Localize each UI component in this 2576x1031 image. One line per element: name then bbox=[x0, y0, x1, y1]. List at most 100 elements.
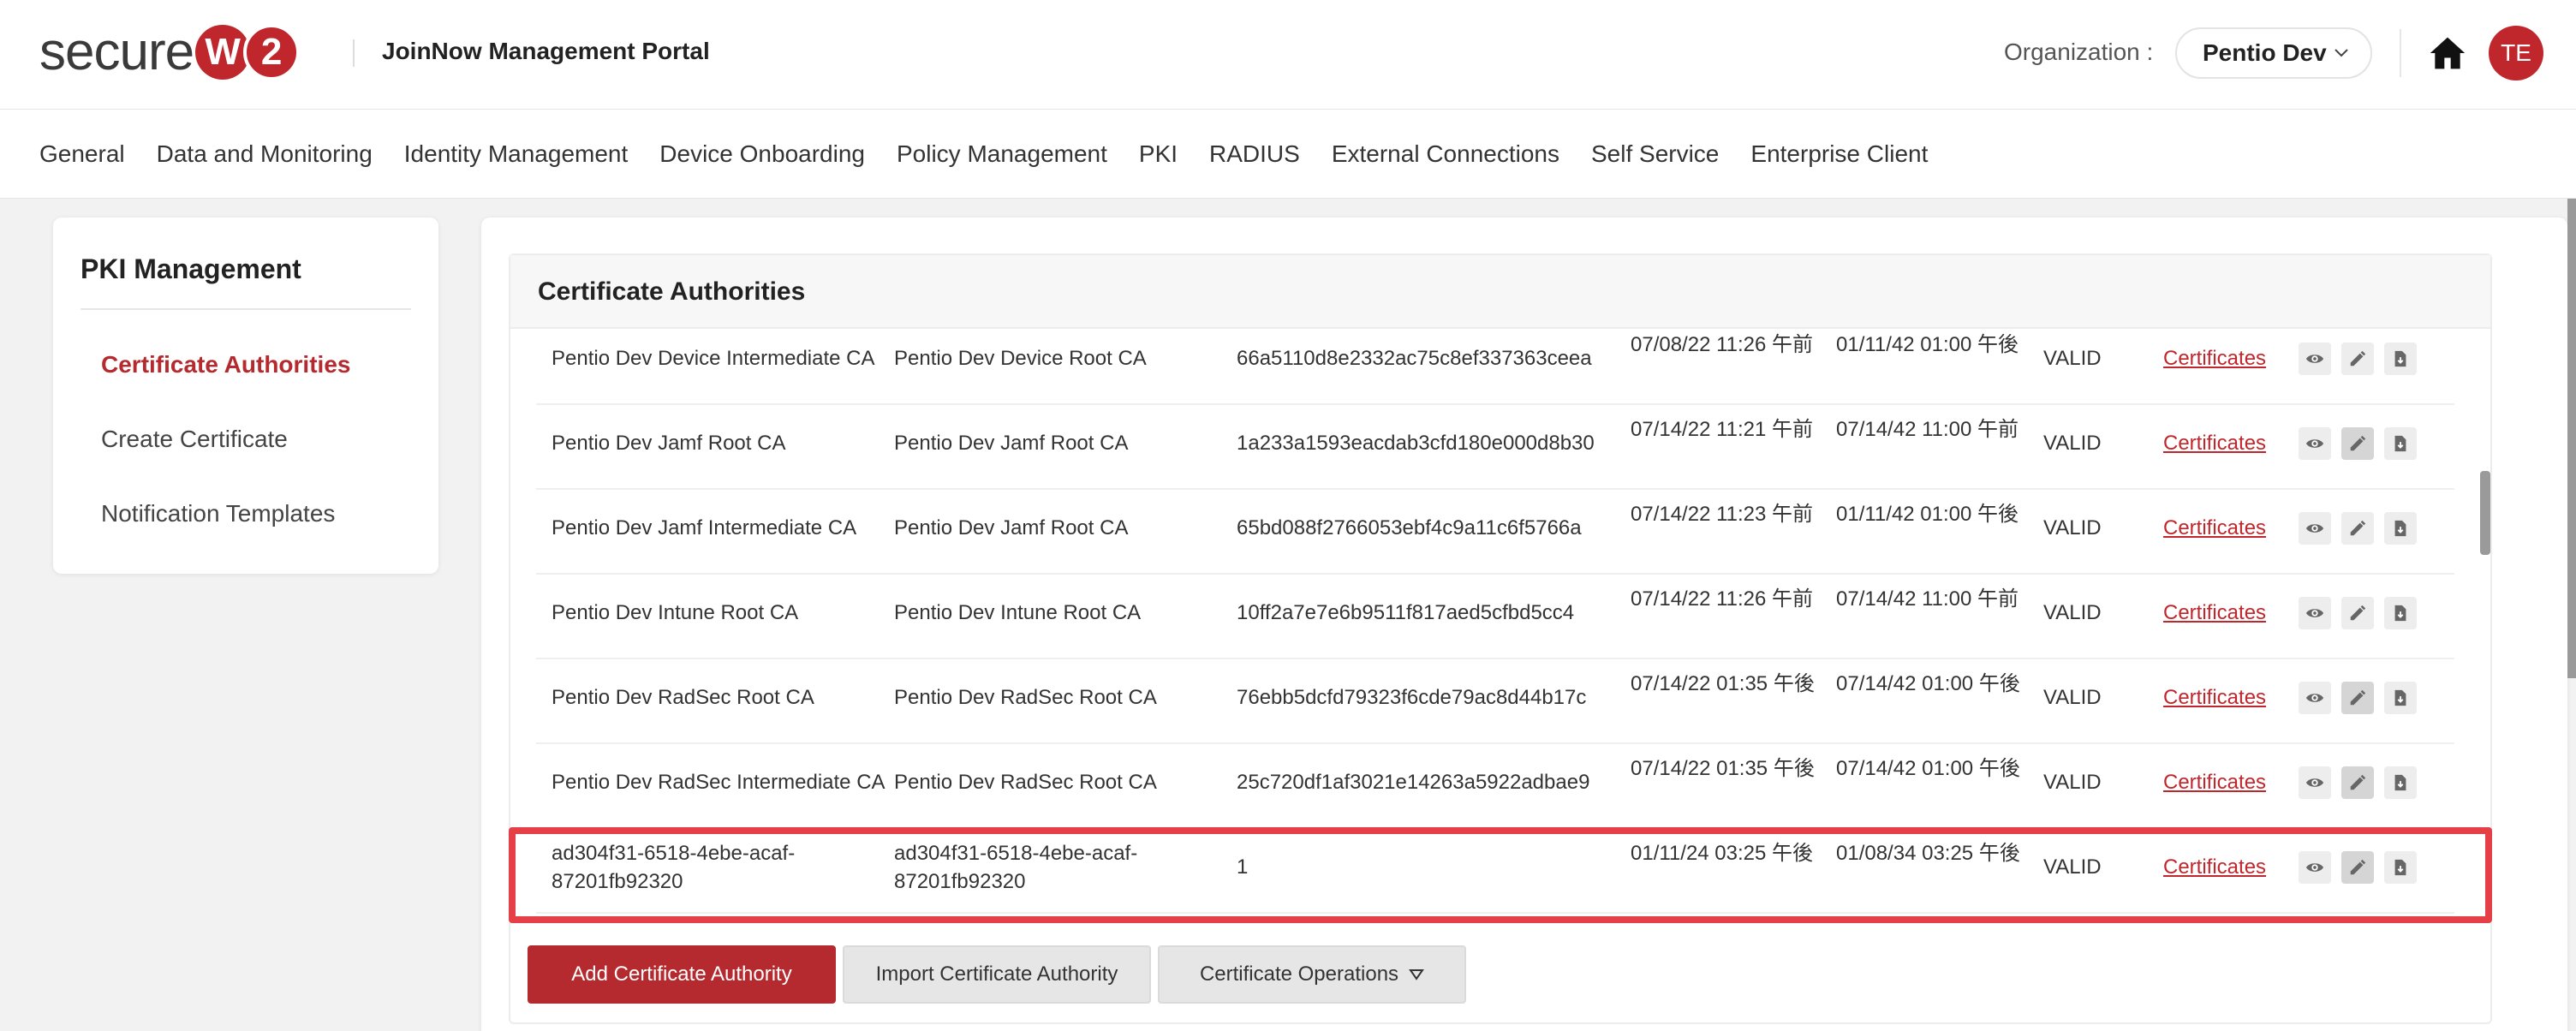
nav-policy-management[interactable]: Policy Management bbox=[897, 140, 1107, 168]
table-row: Pentio Dev Jamf Intermediate CA Pentio De… bbox=[536, 490, 2454, 575]
securew2-logo[interactable]: secure W 2 bbox=[39, 22, 301, 82]
organization-select[interactable]: Pentio Dev bbox=[2175, 27, 2372, 79]
view-button[interactable] bbox=[2299, 427, 2331, 460]
nav-enterprise-client[interactable]: Enterprise Client bbox=[1750, 140, 1928, 168]
edit-button[interactable] bbox=[2341, 343, 2374, 375]
certificates-link[interactable]: Certificates bbox=[2163, 429, 2266, 457]
top-header: secure W 2 JoinNow Management Portal Org… bbox=[0, 0, 2576, 110]
ca-issuer-cell: Pentio Dev Device Root CA bbox=[894, 347, 1147, 370]
download-file-button[interactable] bbox=[2384, 682, 2417, 714]
download-file-button[interactable] bbox=[2384, 512, 2417, 545]
sidebar-item-certificate-authorities[interactable]: Certificate Authorities bbox=[101, 351, 350, 378]
user-avatar[interactable]: TE bbox=[2489, 26, 2543, 80]
row-actions bbox=[2299, 512, 2427, 545]
edit-button[interactable] bbox=[2341, 427, 2374, 460]
ca-valid-to-cell: 01/11/42 01:00 午後 bbox=[1836, 333, 2019, 356]
add-certificate-authority-button[interactable]: Add Certificate Authority bbox=[528, 945, 836, 1004]
edit-button[interactable] bbox=[2341, 682, 2374, 714]
ca-status-cell: VALID bbox=[2043, 771, 2102, 794]
download-file-icon bbox=[2394, 520, 2406, 537]
home-icon[interactable] bbox=[2429, 34, 2466, 72]
sidebar-item-create-certificate[interactable]: Create Certificate bbox=[101, 426, 288, 453]
portal-title: JoinNow Management Portal bbox=[382, 38, 710, 64]
certificate-operations-button[interactable]: Certificate Operations bbox=[1158, 945, 1466, 1004]
download-file-icon bbox=[2394, 689, 2406, 706]
table-row: Pentio Dev Intune Root CA Pentio Dev Intu… bbox=[536, 575, 2454, 659]
nav-general[interactable]: General bbox=[39, 140, 125, 168]
organization-label: Organization : bbox=[2004, 39, 2154, 65]
ca-name-cell: Pentio Dev Device Intermediate CA bbox=[552, 347, 875, 370]
edit-button[interactable] bbox=[2341, 597, 2374, 629]
nav-external-connections[interactable]: External Connections bbox=[1332, 140, 1559, 168]
download-file-icon bbox=[2394, 350, 2406, 367]
download-file-icon bbox=[2394, 605, 2406, 622]
ca-valid-to-cell: 07/14/42 01:00 午後 bbox=[1836, 757, 2020, 780]
edit-icon bbox=[2350, 520, 2366, 536]
download-file-button[interactable] bbox=[2384, 427, 2417, 460]
organization-value: Pentio Dev bbox=[2203, 39, 2327, 66]
ca-valid-from-cell: 07/08/22 11:26 午前 bbox=[1631, 333, 1814, 356]
view-button[interactable] bbox=[2299, 343, 2331, 375]
triangle-down-icon bbox=[1409, 969, 1424, 980]
row-actions bbox=[2299, 766, 2427, 799]
ca-serial-cell: 10ff2a7e7e6b9511f817aed5cfbd5cc4 bbox=[1237, 601, 1575, 624]
sidebar-item-notification-templates[interactable]: Notification Templates bbox=[101, 500, 335, 527]
certificates-link[interactable]: Certificates bbox=[2163, 514, 2266, 542]
nav-identity-management[interactable]: Identity Management bbox=[404, 140, 629, 168]
view-button[interactable] bbox=[2299, 512, 2331, 545]
header-divider bbox=[353, 39, 355, 67]
download-file-button[interactable] bbox=[2384, 766, 2417, 799]
view-button[interactable] bbox=[2299, 597, 2331, 629]
nav-radius[interactable]: RADIUS bbox=[1209, 140, 1300, 168]
ca-name-cell: Pentio Dev Jamf Root CA bbox=[552, 432, 786, 455]
certificates-link[interactable]: Certificates bbox=[2163, 768, 2266, 796]
certificates-link[interactable]: Certificates bbox=[2163, 599, 2266, 627]
view-button[interactable] bbox=[2299, 766, 2331, 799]
ca-valid-from-cell: 07/14/22 11:21 午前 bbox=[1631, 418, 1814, 441]
row-actions bbox=[2299, 427, 2427, 460]
ca-status-cell: VALID bbox=[2043, 686, 2102, 709]
nav-device-onboarding[interactable]: Device Onboarding bbox=[659, 140, 865, 168]
view-button[interactable] bbox=[2299, 682, 2331, 714]
ca-serial-cell: 66a5110d8e2332ac75c8ef337363ceea bbox=[1237, 347, 1592, 370]
nav-data-and-monitoring[interactable]: Data and Monitoring bbox=[157, 140, 373, 168]
ca-valid-from-cell: 07/14/22 01:35 午後 bbox=[1631, 757, 1815, 780]
panel-title: Certificate Authorities bbox=[538, 277, 806, 306]
ca-issuer-cell: Pentio Dev RadSec Root CA bbox=[894, 686, 1157, 709]
edit-button[interactable] bbox=[2341, 766, 2374, 799]
table-row: Pentio Dev RadSec Intermediate CA Pentio … bbox=[536, 744, 2454, 829]
logo-badge: W 2 bbox=[195, 24, 301, 80]
logo-text: secure bbox=[39, 22, 194, 81]
table-scrollbar[interactable] bbox=[2480, 471, 2490, 555]
nav-self-service[interactable]: Self Service bbox=[1591, 140, 1719, 168]
certificates-link[interactable]: Certificates bbox=[2163, 344, 2266, 372]
chevron-down-icon bbox=[2334, 49, 2348, 57]
import-certificate-authority-button[interactable]: Import Certificate Authority bbox=[843, 945, 1151, 1004]
page-scrollbar[interactable] bbox=[2567, 199, 2576, 678]
view-icon bbox=[2305, 355, 2324, 363]
ca-valid-from-cell: 07/14/22 11:26 午前 bbox=[1631, 587, 1814, 611]
nav-pki[interactable]: PKI bbox=[1139, 140, 1178, 168]
ca-valid-from-cell: 07/14/22 01:35 午後 bbox=[1631, 672, 1815, 695]
edit-icon bbox=[2350, 605, 2366, 621]
ca-serial-cell: 1a233a1593eacdab3cfd180e000d8b30 bbox=[1237, 432, 1595, 455]
edit-button[interactable] bbox=[2341, 512, 2374, 545]
ca-name-cell: Pentio Dev RadSec Intermediate CA bbox=[552, 771, 886, 794]
row-actions bbox=[2299, 343, 2427, 375]
download-file-icon bbox=[2394, 774, 2406, 791]
ca-status-cell: VALID bbox=[2043, 601, 2102, 624]
logo-badge-2: 2 bbox=[243, 24, 301, 80]
row-actions bbox=[2299, 682, 2427, 714]
row-actions bbox=[2299, 597, 2427, 629]
ca-valid-to-cell: 07/14/42 01:00 午後 bbox=[1836, 672, 2020, 695]
ca-name-cell: Pentio Dev Intune Root CA bbox=[552, 601, 799, 624]
view-icon bbox=[2305, 778, 2324, 787]
certificate-operations-label: Certificate Operations bbox=[1199, 962, 1399, 986]
main-nav: General Data and Monitoring Identity Man… bbox=[0, 110, 2576, 199]
certificates-link[interactable]: Certificates bbox=[2163, 683, 2266, 712]
logo-badge-w: W bbox=[195, 25, 251, 80]
download-file-button[interactable] bbox=[2384, 597, 2417, 629]
ca-valid-to-cell: 01/11/42 01:00 午後 bbox=[1836, 503, 2019, 526]
ca-issuer-cell: Pentio Dev RadSec Root CA bbox=[894, 771, 1157, 794]
download-file-button[interactable] bbox=[2384, 343, 2417, 375]
